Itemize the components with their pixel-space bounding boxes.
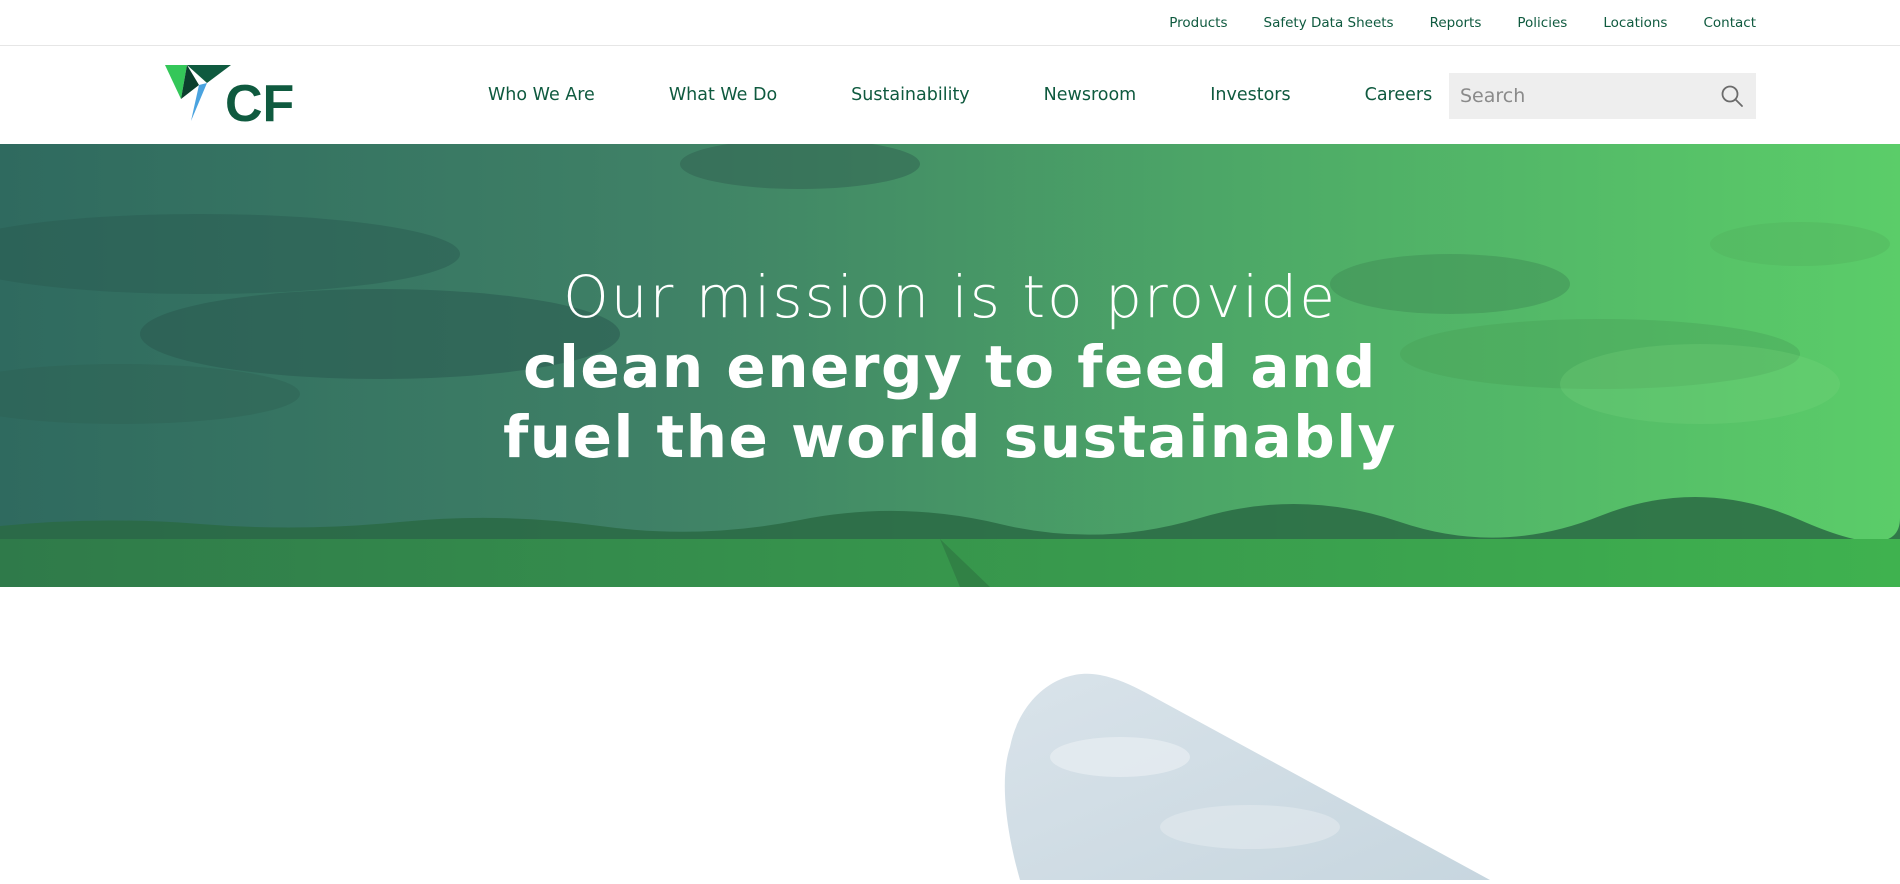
hero-line-1: Our mission is to provide — [563, 263, 1337, 331]
search-input[interactable] — [1449, 73, 1710, 119]
utility-link-safety-data-sheets[interactable]: Safety Data Sheets — [1264, 15, 1394, 31]
cf-logo-icon: CF — [165, 65, 294, 133]
hero-banner: Our mission is to provide clean energy t… — [0, 144, 1900, 587]
hero-mission-statement: Our mission is to provide clean energy t… — [0, 262, 1900, 472]
search-box — [1449, 73, 1756, 119]
utility-link-locations[interactable]: Locations — [1603, 15, 1667, 31]
decorative-image-shape — [1004, 673, 1490, 880]
utility-link-reports[interactable]: Reports — [1430, 15, 1482, 31]
primary-nav: Who We Are What We Do Sustainability New… — [488, 46, 1432, 144]
utility-bar: Products Safety Data Sheets Reports Poli… — [0, 0, 1900, 46]
nav-what-we-do[interactable]: What We Do — [669, 85, 777, 105]
nav-investors[interactable]: Investors — [1210, 85, 1290, 105]
nav-sustainability[interactable]: Sustainability — [851, 85, 970, 105]
nav-newsroom[interactable]: Newsroom — [1044, 85, 1137, 105]
utility-link-contact[interactable]: Contact — [1703, 15, 1756, 31]
nav-who-we-are[interactable]: Who We Are — [488, 85, 595, 105]
cf-logo[interactable]: CF — [163, 63, 298, 133]
search-icon[interactable] — [1720, 84, 1744, 108]
main-header: CF Who We Are What We Do Sustainability … — [0, 46, 1900, 144]
hero-line-2: clean energy to feed and — [523, 333, 1377, 401]
hero-line-3: fuel the world sustainably — [503, 403, 1397, 471]
utility-link-policies[interactable]: Policies — [1517, 15, 1567, 31]
logo-text: CF — [225, 75, 294, 125]
nav-careers[interactable]: Careers — [1365, 85, 1433, 105]
utility-link-products[interactable]: Products — [1169, 15, 1227, 31]
utility-nav: Products Safety Data Sheets Reports Poli… — [1133, 0, 1756, 46]
content-section — [0, 587, 1900, 880]
